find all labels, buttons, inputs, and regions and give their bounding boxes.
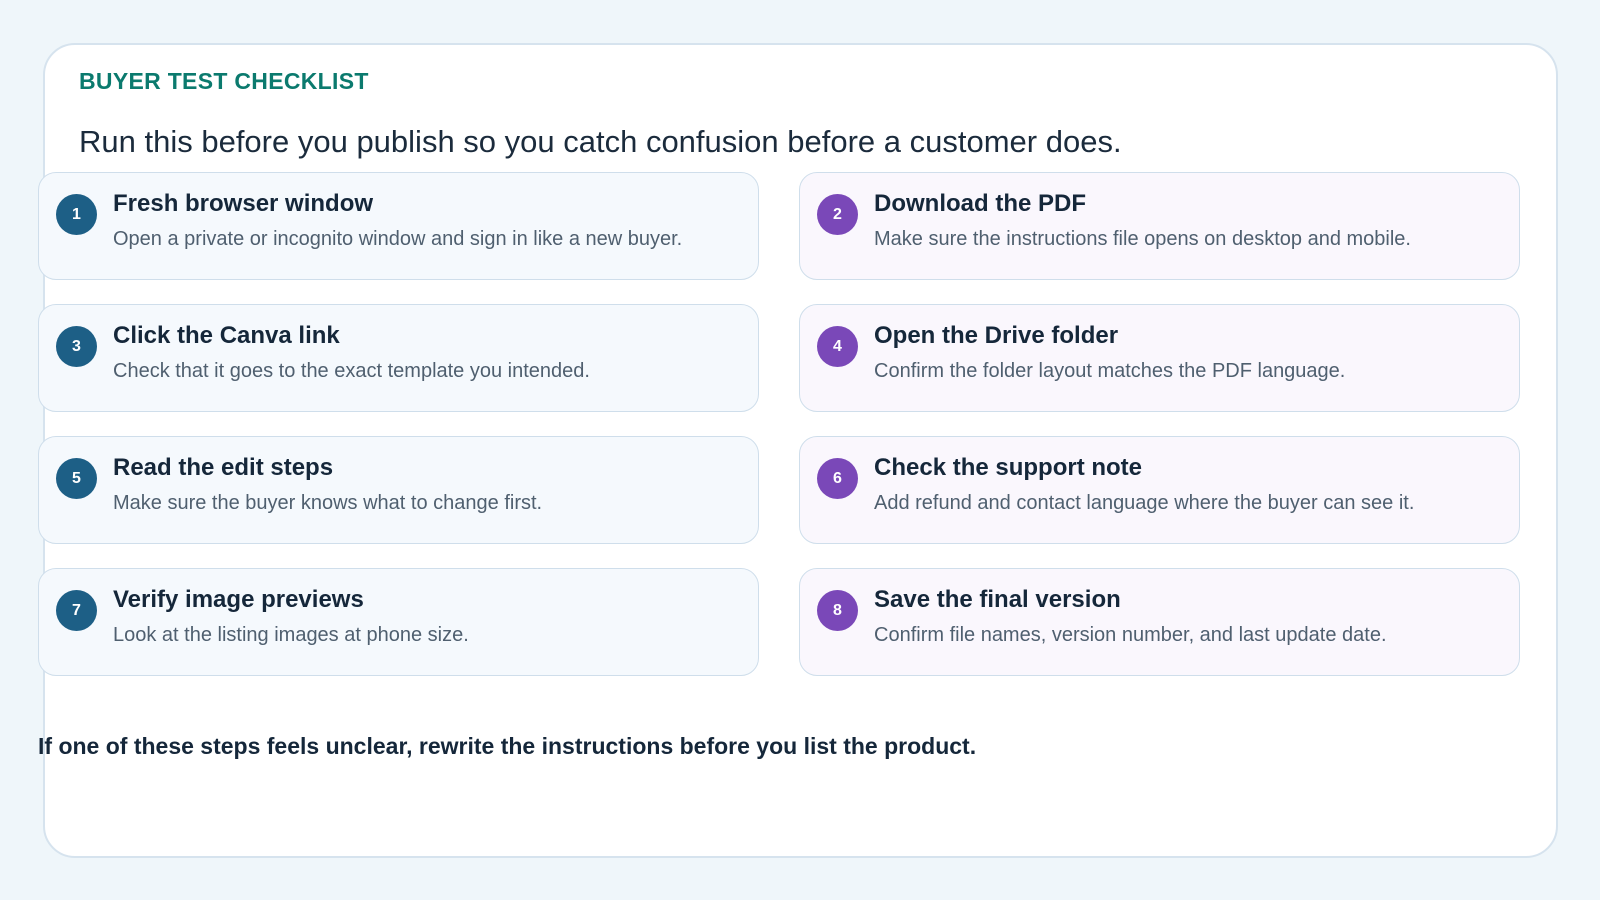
- step-number-badge: 5: [56, 458, 97, 499]
- step-number-badge: 4: [817, 326, 858, 367]
- step-description: Add refund and contact language where th…: [874, 492, 1415, 514]
- step-card-7: 7 Verify image previews Look at the list…: [38, 568, 759, 676]
- footer-note: If one of these steps feels unclear, rew…: [38, 733, 977, 759]
- step-title: Read the edit steps: [113, 454, 334, 481]
- step-card-4: 4 Open the Drive folder Confirm the fold…: [799, 304, 1520, 412]
- step-card-5: 5 Read the edit steps Make sure the buye…: [38, 436, 759, 544]
- checklist-subtitle: Run this before you publish so you catch…: [79, 124, 1122, 159]
- step-card-2: 2 Download the PDF Make sure the instruc…: [799, 172, 1520, 280]
- step-description: Make sure the buyer knows what to change…: [113, 492, 543, 514]
- checklist-eyebrow: BUYER TEST CHECKLIST: [79, 68, 369, 94]
- step-title: Click the Canva link: [113, 322, 340, 349]
- step-title: Fresh browser window: [113, 190, 374, 217]
- step-card-3: 3 Click the Canva link Check that it goe…: [38, 304, 759, 412]
- step-title: Verify image previews: [113, 586, 364, 613]
- step-description: Confirm file names, version number, and …: [874, 624, 1387, 646]
- step-card-8: 8 Save the final version Confirm file na…: [799, 568, 1520, 676]
- step-card-6: 6 Check the support note Add refund and …: [799, 436, 1520, 544]
- step-number-badge: 6: [817, 458, 858, 499]
- step-title: Open the Drive folder: [874, 322, 1119, 349]
- step-title: Save the final version: [874, 586, 1121, 613]
- step-title: Check the support note: [874, 454, 1143, 481]
- step-number-badge: 2: [817, 194, 858, 235]
- step-number-badge: 3: [56, 326, 97, 367]
- step-description: Check that it goes to the exact template…: [113, 360, 590, 382]
- step-title: Download the PDF: [874, 190, 1086, 217]
- steps-grid: 1 Fresh browser window Open a private or…: [38, 172, 1562, 676]
- step-description: Open a private or incognito window and s…: [113, 228, 683, 250]
- step-description: Look at the listing images at phone size…: [113, 624, 469, 646]
- step-number-badge: 7: [56, 590, 97, 631]
- step-number-badge: 1: [56, 194, 97, 235]
- step-card-1: 1 Fresh browser window Open a private or…: [38, 172, 759, 280]
- step-description: Confirm the folder layout matches the PD…: [874, 360, 1346, 382]
- step-description: Make sure the instructions file opens on…: [874, 228, 1411, 250]
- step-number-badge: 8: [817, 590, 858, 631]
